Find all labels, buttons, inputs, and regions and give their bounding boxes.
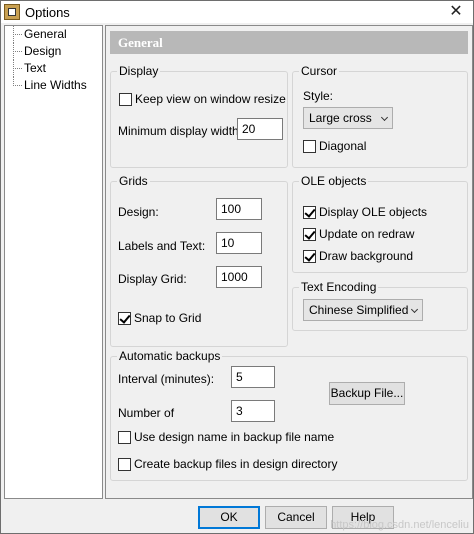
grid-labels-text-input[interactable]	[216, 232, 262, 254]
title-bar: Options ✕	[1, 1, 473, 23]
general-panel: General Display Keep view on window resi…	[105, 25, 473, 499]
draw-background-checkbox[interactable]: Draw background	[303, 249, 413, 263]
display-group: Display Keep view on window resize Minim…	[110, 64, 288, 168]
use-design-name-box[interactable]	[118, 430, 131, 444]
tree-item-line-widths[interactable]: Line Widths	[5, 77, 102, 94]
options-tree: General Design Text Line Widths	[4, 25, 103, 499]
diagonal-box[interactable]	[303, 139, 316, 153]
grids-group-title: Grids	[117, 174, 150, 188]
cancel-button[interactable]: Cancel	[265, 506, 327, 529]
display-ole-checkbox[interactable]: Display OLE objects	[303, 205, 427, 219]
cursor-style-label: Style:	[303, 89, 334, 103]
min-width-label: Minimum display width:	[118, 124, 243, 138]
grid-design-label: Design:	[118, 205, 159, 219]
snap-to-grid-box[interactable]	[118, 311, 131, 325]
text-encoding-select[interactable]: Chinese Simplified	[303, 299, 423, 321]
update-on-redraw-checkbox[interactable]: Update on redraw	[303, 227, 414, 241]
keep-view-checkbox[interactable]: Keep view on window resize	[119, 92, 286, 106]
cursor-group: Cursor Style: Large cross Diagonal	[292, 64, 468, 168]
backup-number-input[interactable]	[231, 400, 275, 422]
grid-design-input[interactable]	[216, 198, 262, 220]
ole-group: OLE objects Display OLE objects Update o…	[292, 174, 468, 273]
create-in-design-dir-box[interactable]	[118, 457, 131, 471]
panel-header: General	[110, 31, 468, 54]
use-design-name-checkbox[interactable]: Use design name in backup file name	[118, 430, 334, 444]
draw-background-box[interactable]	[303, 249, 316, 263]
update-on-redraw-box[interactable]	[303, 227, 316, 241]
display-group-title: Display	[117, 64, 161, 78]
diagonal-checkbox[interactable]: Diagonal	[303, 139, 366, 153]
tree-item-design[interactable]: Design	[5, 43, 102, 60]
display-grid-input[interactable]	[216, 266, 262, 288]
cursor-style-select[interactable]: Large cross	[303, 107, 393, 129]
chevron-down-icon	[410, 305, 419, 314]
cursor-group-title: Cursor	[299, 64, 340, 78]
display-ole-box[interactable]	[303, 205, 316, 219]
display-grid-label: Display Grid:	[118, 272, 187, 286]
options-dialog: Options ✕ General Design Text Line Width…	[0, 0, 474, 534]
watermark: https://blog.csdn.net/lenceliu	[330, 519, 469, 531]
close-icon[interactable]: ✕	[445, 2, 467, 22]
backup-number-label: Number of	[118, 406, 175, 420]
chevron-down-icon	[380, 113, 389, 122]
backup-interval-input[interactable]	[231, 366, 275, 388]
min-width-input[interactable]	[237, 118, 283, 140]
window-title: Options	[25, 5, 70, 20]
backups-group-title: Automatic backups	[117, 349, 223, 363]
app-icon	[4, 4, 20, 20]
ok-button[interactable]: OK	[198, 506, 260, 529]
keep-view-box[interactable]	[119, 92, 132, 106]
ole-group-title: OLE objects	[299, 174, 369, 188]
grid-labels-text-label: Labels and Text:	[118, 239, 206, 253]
create-in-design-dir-checkbox[interactable]: Create backup files in design directory	[118, 457, 337, 471]
snap-to-grid-checkbox[interactable]: Snap to Grid	[118, 311, 201, 325]
backups-group: Automatic backups Interval (minutes): Nu…	[110, 349, 468, 481]
grids-group: Grids Design: Labels and Text: Display G…	[110, 174, 288, 347]
backup-interval-label: Interval (minutes):	[118, 372, 215, 386]
tree-item-general[interactable]: General	[5, 26, 102, 43]
tree-item-text[interactable]: Text	[5, 60, 102, 77]
text-encoding-group: Text Encoding Chinese Simplified	[292, 280, 468, 331]
text-encoding-group-title: Text Encoding	[299, 280, 379, 294]
backup-file-button[interactable]: Backup File...	[329, 382, 405, 405]
